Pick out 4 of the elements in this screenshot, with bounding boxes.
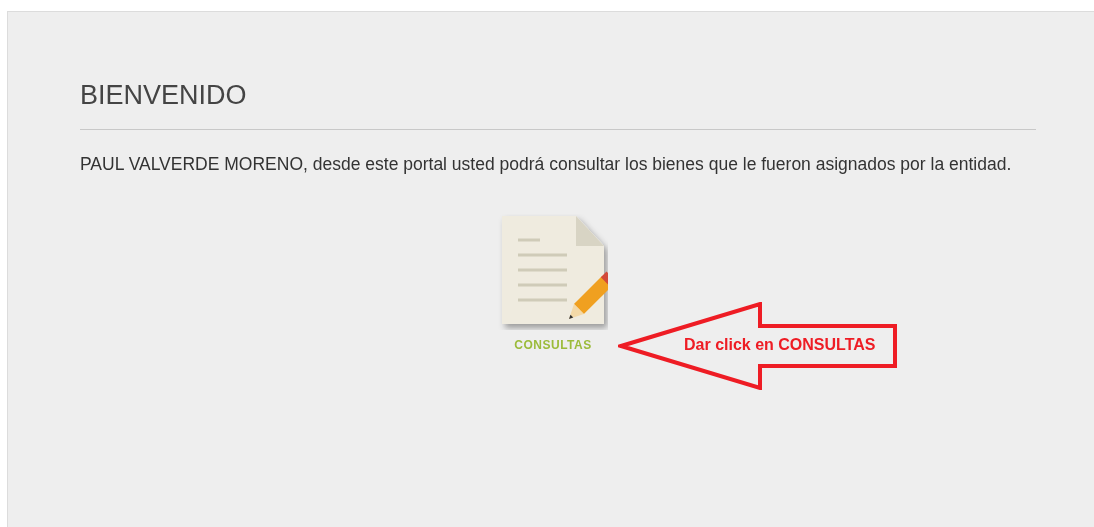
page-title: BIENVENIDO [80, 79, 248, 112]
callout-text: Dar click en CONSULTAS [684, 336, 876, 354]
consultas-link[interactable]: CONSULTAS [498, 214, 608, 352]
welcome-message: PAUL VALVERDE MORENO, desde este portal usted podrá consultar los bienes que le fueron asignados por la entidad. [80, 153, 1013, 176]
